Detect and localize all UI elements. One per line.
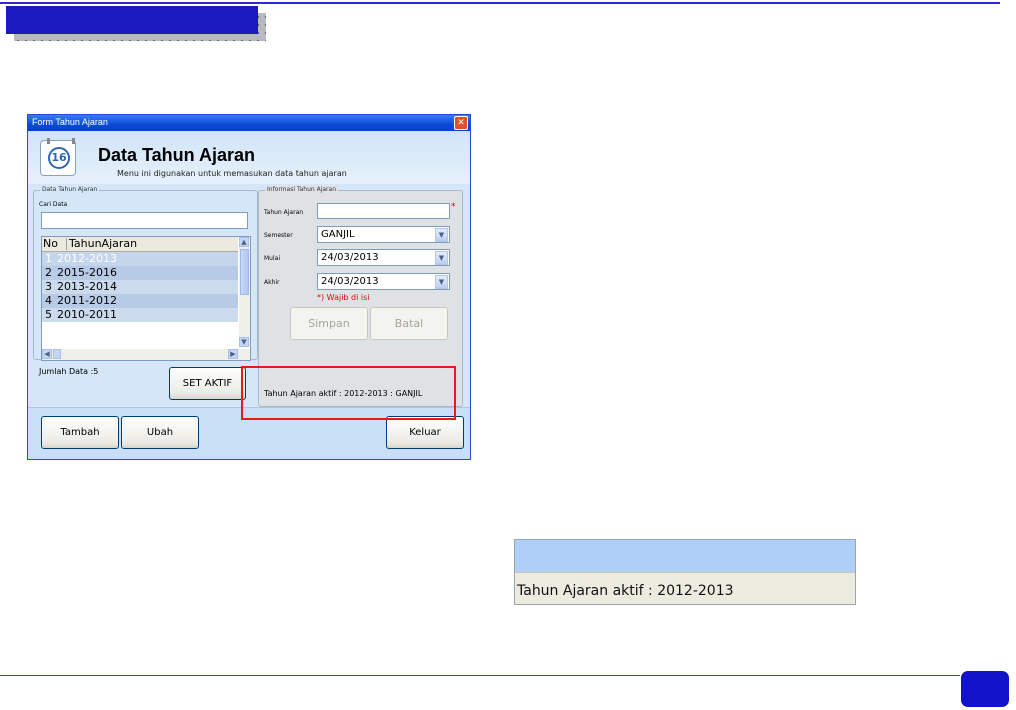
row-tahun: 2015-2016: [57, 266, 117, 279]
header-panel: 16 Data Tahun Ajaran Menu ini digunakan …: [28, 131, 470, 184]
table-row[interactable]: 4 2011-2012: [42, 294, 238, 308]
table-row[interactable]: 5 2010-2011: [42, 308, 238, 322]
keluar-button[interactable]: Keluar: [386, 416, 464, 449]
tahun-ajaran-grid: No TahunAjaran 1 2012-2013 2 2015-2016 3…: [41, 236, 251, 361]
chevron-down-icon[interactable]: ▼: [435, 251, 448, 265]
tahun-ajaran-label: Tahun Ajaran: [264, 209, 304, 216]
row-no: 2: [45, 266, 52, 279]
scroll-left-icon[interactable]: ◀: [42, 349, 52, 359]
row-tahun: 2011-2012: [57, 294, 117, 307]
table-row[interactable]: 2 2015-2016: [42, 266, 238, 280]
zoom-bottom-band: Tahun Ajaran aktif : 2012-2013: [515, 572, 855, 604]
header-subtitle: Menu ini digunakan untuk memasukan data …: [117, 169, 347, 178]
calendar-icon: 16: [40, 138, 76, 176]
header-title: Data Tahun Ajaran: [98, 145, 256, 165]
akhir-value: 24/03/2013: [321, 276, 379, 287]
tahun-ajaran-input[interactable]: [317, 203, 450, 219]
zoomed-detail: Tahun Ajaran aktif : 2012-2013: [514, 539, 856, 605]
page-number-badge: [961, 671, 1009, 707]
row-no: 1: [45, 252, 52, 265]
scroll-thumb[interactable]: [240, 249, 249, 295]
hscroll-thumb[interactable]: [53, 349, 61, 359]
set-aktif-button[interactable]: SET AKTIF: [169, 367, 246, 400]
column-header-tahun[interactable]: TahunAjaran: [69, 237, 137, 250]
close-icon[interactable]: ✕: [454, 116, 468, 130]
slide-title-box: [6, 6, 258, 34]
scroll-right-icon[interactable]: ▶: [228, 349, 238, 359]
search-input[interactable]: [41, 212, 248, 229]
table-row[interactable]: 1 2012-2013: [42, 252, 238, 266]
window-title: Form Tahun Ajaran: [32, 117, 108, 127]
akhir-date-picker[interactable]: 24/03/2013 ▼: [317, 273, 450, 290]
jumlah-data-label: Jumlah Data :5: [39, 367, 99, 376]
calendar-number: 16: [48, 147, 70, 169]
chevron-down-icon[interactable]: ▼: [435, 275, 448, 289]
search-label: Cari Data: [39, 201, 68, 208]
grid-vertical-scrollbar[interactable]: ▲ ▼: [239, 237, 250, 347]
scroll-down-icon[interactable]: ▼: [239, 337, 249, 347]
mulai-date-picker[interactable]: 24/03/2013 ▼: [317, 249, 450, 266]
group-legend-left: Data Tahun Ajaran: [40, 186, 100, 193]
chevron-down-icon[interactable]: ▼: [435, 228, 448, 242]
row-tahun: 2010-2011: [57, 308, 117, 321]
row-no: 4: [45, 294, 52, 307]
row-no: 3: [45, 280, 52, 293]
slide-bottom-line: [0, 675, 960, 676]
group-legend-right: Informasi Tahun Ajaran: [265, 186, 338, 193]
table-row[interactable]: 3 2013-2014: [42, 280, 238, 294]
zoom-top-band: [515, 540, 855, 572]
row-no: 5: [45, 308, 52, 321]
ubah-button[interactable]: Ubah: [121, 416, 199, 449]
simpan-button[interactable]: Simpan: [290, 307, 368, 340]
required-note: *) Wajib di isi: [317, 293, 370, 302]
row-tahun: 2012-2013: [57, 252, 117, 265]
highlight-box: [241, 366, 456, 420]
slide-top-line: [0, 2, 1000, 4]
scroll-up-icon[interactable]: ▲: [239, 237, 249, 247]
akhir-label: Akhir: [264, 279, 280, 286]
semester-select[interactable]: GANJIL ▼: [317, 226, 450, 243]
window-titlebar: Form Tahun Ajaran ✕: [28, 115, 470, 131]
column-header-no[interactable]: No: [43, 237, 58, 250]
zoom-active-text: Tahun Ajaran aktif : 2012-2013: [517, 583, 734, 599]
grid-horizontal-scrollbar[interactable]: ◀ ▶: [42, 349, 250, 360]
semester-value: GANJIL: [321, 229, 355, 240]
mulai-label: Mulai: [264, 255, 280, 262]
grid-header: No TahunAjaran: [42, 237, 238, 252]
required-mark: *: [451, 202, 456, 212]
batal-button[interactable]: Batal: [370, 307, 448, 340]
row-tahun: 2013-2014: [57, 280, 117, 293]
tambah-button[interactable]: Tambah: [41, 416, 119, 449]
mulai-value: 24/03/2013: [321, 252, 379, 263]
semester-label: Semester: [264, 232, 293, 239]
